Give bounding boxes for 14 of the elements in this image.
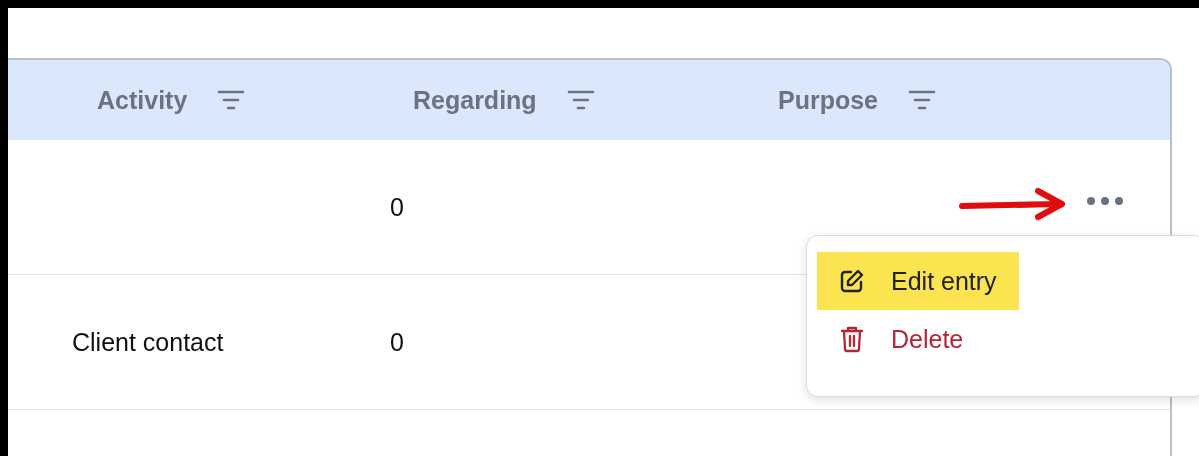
trash-icon: [839, 325, 865, 353]
column-header[interactable]: Purpose: [778, 85, 879, 115]
menu-item[interactable]: Edit entry: [817, 252, 1019, 310]
table-cell: Client contact: [72, 327, 224, 356]
column-header[interactable]: Activity: [97, 85, 188, 115]
filter-icon[interactable]: [566, 89, 595, 111]
column-header[interactable]: Regarding: [413, 85, 537, 115]
table-cell: 0: [390, 192, 404, 221]
table-cell: 0: [390, 327, 404, 356]
ellipsis-icon: [1086, 196, 1124, 206]
pencil-square-icon: [839, 268, 865, 294]
menu-item[interactable]: Delete: [817, 310, 986, 368]
filter-icon[interactable]: [908, 89, 937, 111]
filter-icon[interactable]: [217, 89, 246, 111]
